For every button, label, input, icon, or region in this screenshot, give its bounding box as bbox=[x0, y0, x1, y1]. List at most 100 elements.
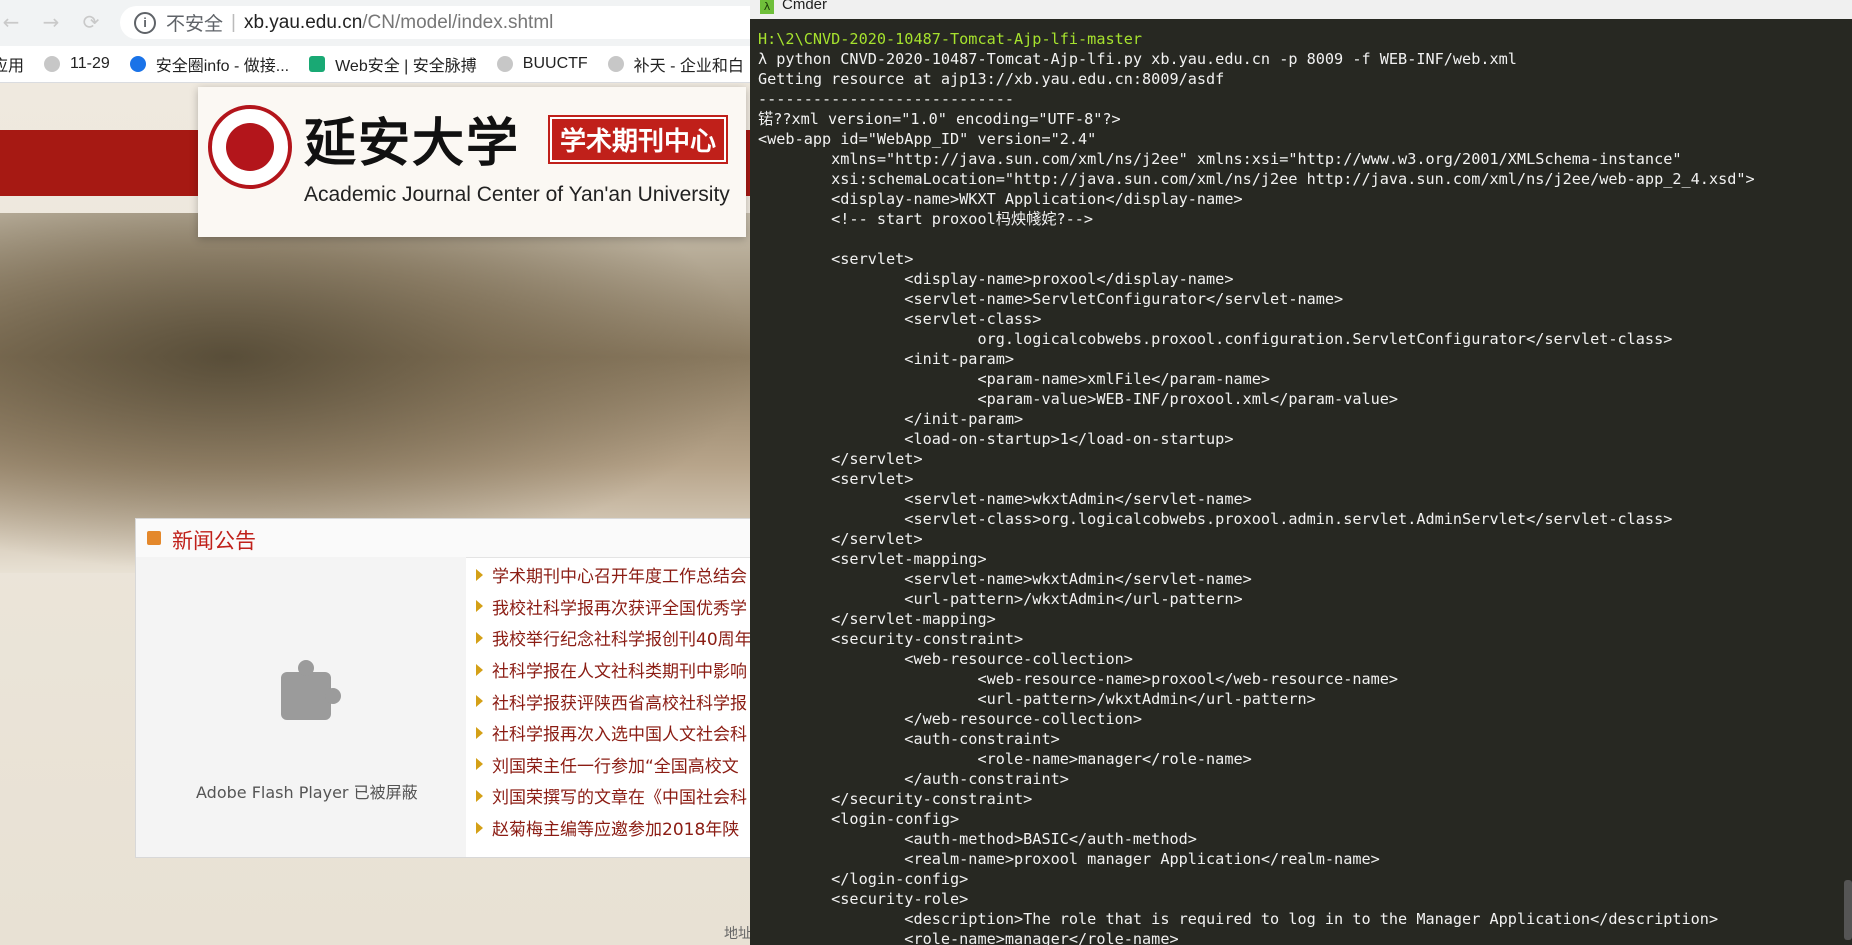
bookmarks-bar: 应用 11-29 安全圈info - 做接... Web安全 | 安全脉搏 BU… bbox=[0, 46, 760, 83]
news-title: 新闻公告 bbox=[172, 529, 256, 553]
bullet-arrow-icon bbox=[476, 568, 483, 581]
bullet-arrow-icon bbox=[476, 789, 483, 802]
news-header: 新闻公告 bbox=[136, 519, 759, 558]
url-separator: | bbox=[231, 11, 236, 33]
news-link-text: 我校社科学报再次获评全国优秀学 bbox=[492, 598, 747, 619]
news-link-text: 社科学报在人文社科类期刊中影响 bbox=[492, 662, 747, 683]
bookmark-item[interactable]: 补天 - 企业和白 bbox=[607, 52, 744, 76]
terminal-line: <url-pattern>/wkxtAdmin</url-pattern> bbox=[758, 590, 1243, 608]
news-link-text: 学术期刊中心召开年度工作总结会 bbox=[492, 567, 747, 588]
terminal-line: Getting resource at ajp13://xb.yau.edu.c… bbox=[758, 70, 1225, 88]
terminal-line: <servlet> bbox=[758, 250, 914, 268]
terminal-line: </servlet> bbox=[758, 450, 923, 468]
university-seal-icon bbox=[208, 105, 292, 189]
news-link[interactable]: 赵菊梅主编等应邀参加2018年陕 bbox=[476, 812, 760, 844]
bookmark-apps[interactable]: 应用 bbox=[0, 52, 24, 76]
terminal-line: <auth-constraint> bbox=[758, 730, 1060, 748]
news-link-text: 刘国荣撰写的文章在《中国社会科 bbox=[492, 788, 747, 809]
news-link[interactable]: 刘国荣主任一行参加“全国高校文 bbox=[476, 749, 760, 781]
site-favicon-icon bbox=[129, 56, 146, 72]
terminal-scrollbar[interactable] bbox=[1844, 880, 1852, 940]
terminal-line: H:\2\CNVD-2020-10487-Tomcat-Ajp-lfi-mast… bbox=[758, 30, 1143, 48]
news-link[interactable]: 社科学报获评陕西省高校社科学报 bbox=[476, 685, 760, 717]
site-logo[interactable]: 延安大学 学术期刊中心 Academic Journal Center of Y… bbox=[198, 87, 746, 237]
university-name: 延安大学 bbox=[304, 113, 521, 174]
center-badge: 学术期刊中心 bbox=[547, 115, 729, 164]
bullet-arrow-icon bbox=[476, 758, 483, 771]
terminal-line: org.logicalcobwebs.proxool.configuration… bbox=[758, 330, 1673, 348]
bullet-arrow-icon bbox=[476, 726, 483, 739]
terminal-line: </web-resource-collection> bbox=[758, 710, 1143, 728]
terminal-line: <!-- start proxool杩炴帴姹?--> bbox=[758, 210, 1094, 228]
news-link[interactable]: 社科学报在人文社科类期刊中影响 bbox=[476, 654, 760, 686]
address-bar[interactable]: i 不安全 | xb.yau.edu.cn /CN/model/index.sh… bbox=[120, 6, 770, 39]
terminal-line: <role-name>manager</role-name> bbox=[758, 930, 1179, 945]
terminal-window[interactable]: λ Cmder H:\2\CNVD-2020-10487-Tomcat-Ajp-… bbox=[750, 0, 1852, 945]
terminal-output[interactable]: H:\2\CNVD-2020-10487-Tomcat-Ajp-lfi-mast… bbox=[758, 29, 1852, 945]
terminal-line: <security-constraint> bbox=[758, 630, 1024, 648]
news-link[interactable]: 学术期刊中心召开年度工作总结会 bbox=[476, 559, 760, 591]
info-icon[interactable]: i bbox=[134, 11, 156, 34]
bullet-arrow-icon bbox=[476, 663, 483, 676]
terminal-line: <role-name>manager</role-name> bbox=[758, 750, 1252, 768]
news-link[interactable]: 我校社科学报再次获评全国优秀学 bbox=[476, 591, 760, 623]
terminal-line: <display-name>proxool</display-name> bbox=[758, 270, 1234, 288]
flash-placeholder[interactable]: Adobe Flash Player 已被屏蔽 bbox=[136, 557, 466, 857]
flash-blocked-text: Adobe Flash Player 已被屏蔽 bbox=[196, 783, 418, 802]
terminal-line: <servlet> bbox=[758, 470, 914, 488]
bullet-arrow-icon bbox=[476, 600, 483, 613]
browser-toolbar: ← → ⟳ ⌂ i 不安全 | xb.yau.edu.cn /CN/model/… bbox=[0, 0, 770, 46]
terminal-line: <servlet-name>wkxtAdmin</servlet-name> bbox=[758, 490, 1252, 508]
bookmark-item[interactable]: 11-29 bbox=[44, 55, 110, 73]
bookmark-label: 补天 - 企业和白 bbox=[633, 58, 744, 75]
news-link-text: 我校举行纪念社科学报创刊40周年 bbox=[492, 630, 752, 651]
news-link[interactable]: 我校举行纪念社科学报创刊40周年 bbox=[476, 622, 760, 654]
insecure-label: 不安全 bbox=[166, 14, 224, 35]
terminal-line: <url-pattern>/wkxtAdmin</url-pattern> bbox=[758, 690, 1316, 708]
url-path: /CN/model/index.shtml bbox=[362, 11, 554, 33]
terminal-line: <param-name>xmlFile</param-name> bbox=[758, 370, 1271, 388]
terminal-line: <init-param> bbox=[758, 350, 1015, 368]
news-link-text: 社科学报再次入选中国人文社会科 bbox=[492, 725, 747, 746]
globe-icon bbox=[607, 56, 624, 72]
back-icon[interactable]: ← bbox=[0, 10, 22, 34]
news-link[interactable]: 社科学报再次入选中国人文社会科 bbox=[476, 717, 760, 749]
terminal-line: </security-constraint> bbox=[758, 790, 1033, 808]
bullet-arrow-icon bbox=[476, 695, 483, 708]
shield-icon bbox=[309, 56, 326, 72]
terminal-line: </servlet> bbox=[758, 530, 923, 548]
news-link[interactable]: 刘国荣撰写的文章在《中国社会科 bbox=[476, 780, 760, 812]
footer-address: 地址 bbox=[724, 926, 752, 942]
reload-icon[interactable]: ⟳ bbox=[80, 10, 102, 34]
terminal-line: 锘??xml version="1.0" encoding="UTF-8"?> bbox=[758, 110, 1121, 128]
bookmark-label: BUUCTF bbox=[522, 55, 588, 72]
bookmark-label: Web安全 | 安全脉搏 bbox=[335, 58, 477, 75]
terminal-line: <servlet-class>org.logicalcobwebs.proxoo… bbox=[758, 510, 1673, 528]
globe-icon bbox=[44, 56, 61, 72]
news-link-text: 刘国荣主任一行参加“全国高校文 bbox=[492, 756, 739, 777]
forward-icon[interactable]: → bbox=[40, 10, 62, 34]
web-page: 延安大学 学术期刊中心 Academic Journal Center of Y… bbox=[0, 83, 760, 945]
plugin-puzzle-icon bbox=[281, 660, 341, 720]
terminal-line: <param-value>WEB-INF/proxool.xml</param-… bbox=[758, 390, 1399, 408]
terminal-line: <web-resource-name>proxool</web-resource… bbox=[758, 670, 1399, 688]
terminal-line: </login-config> bbox=[758, 870, 969, 888]
terminal-line: <load-on-startup>1</load-on-startup> bbox=[758, 430, 1234, 448]
terminal-titlebar[interactable]: λ Cmder bbox=[750, 0, 1852, 19]
bookmark-item[interactable]: BUUCTF bbox=[496, 55, 588, 73]
terminal-line: <auth-method>BASIC</auth-method> bbox=[758, 830, 1197, 848]
news-link-text: 赵菊梅主编等应邀参加2018年陕 bbox=[492, 820, 740, 841]
terminal-line: ---------------------------- bbox=[758, 90, 1015, 108]
bookmark-label: 安全圈info - 做接... bbox=[155, 58, 290, 75]
bookmark-item[interactable]: 安全圈info - 做接... bbox=[129, 52, 290, 76]
cmder-app-icon: λ bbox=[760, 0, 774, 14]
terminal-line: <security-role> bbox=[758, 890, 969, 908]
terminal-line: <description>The role that is required t… bbox=[758, 910, 1719, 928]
bookmark-label: 应用 bbox=[0, 58, 25, 75]
news-link-text: 社科学报获评陕西省高校社科学报 bbox=[492, 693, 747, 714]
terminal-line: </auth-constraint> bbox=[758, 770, 1069, 788]
terminal-title: Cmder bbox=[782, 0, 828, 13]
speaker-icon bbox=[147, 531, 161, 545]
bookmark-item[interactable]: Web安全 | 安全脉搏 bbox=[309, 52, 477, 76]
